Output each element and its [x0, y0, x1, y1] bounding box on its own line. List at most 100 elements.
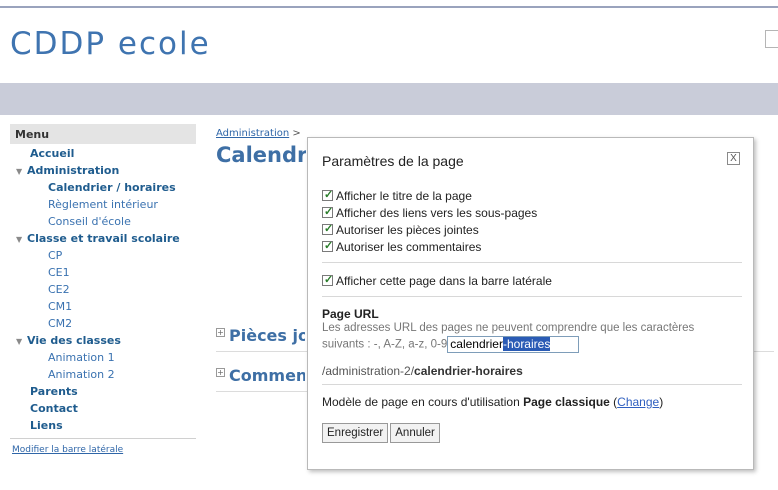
sidebar-item[interactable]: Conseil d'école [10, 213, 196, 230]
sidebar-item[interactable]: CP [10, 247, 196, 264]
dialog-header[interactable]: Paramètres de la page X [308, 138, 753, 182]
page-url-selected-text: -horaires [502, 337, 551, 351]
top-border-line [0, 6, 778, 8]
option-label: Autoriser les pièces jointes [336, 223, 479, 237]
checkmark-icon: ✓ [324, 240, 334, 252]
search-box[interactable] [765, 30, 778, 48]
template-row: Modèle de page en cours d'utilisation Pa… [322, 395, 664, 409]
sidebar-heading: Menu [10, 124, 196, 144]
sidebar-item[interactable]: Parents [10, 383, 196, 400]
sidebar-visibility-checkbox[interactable]: ✓ [322, 274, 334, 286]
option-checkbox[interactable]: ✓ [322, 240, 334, 252]
sidebar-item[interactable]: Animation 1 [10, 349, 196, 366]
header-banner [0, 83, 778, 115]
checkmark-icon: ✓ [324, 206, 334, 218]
template-prefix: Modèle de page en cours d'utilisation [322, 395, 520, 409]
option-label: Afficher le titre de la page [336, 189, 472, 203]
option-checkbox[interactable]: ✓ [322, 223, 334, 235]
breadcrumb-separator: > [292, 128, 301, 139]
attachments-section[interactable]: + Pièces jointes [216, 326, 305, 345]
display-options: ✓ Afficher le titre de la page ✓ Afficher d… [322, 188, 742, 256]
breadcrumb-link-administration[interactable]: Administration [216, 128, 289, 139]
template-name: Page classique [523, 395, 610, 409]
breadcrumb: Administration > [216, 128, 301, 139]
sidebar-item-label: CE2 [48, 283, 70, 296]
attachments-title: Pièces jointes [229, 326, 305, 345]
sidebar-item[interactable]: ▼ Vie des classes [10, 332, 196, 349]
sidebar-item[interactable]: Liens [10, 417, 196, 434]
expand-triangle-icon[interactable]: ▼ [16, 333, 27, 350]
sidebar-item[interactable]: Règlement intérieur [10, 196, 196, 213]
sidebar-item-label: Calendrier / horaires [48, 181, 176, 194]
edit-sidebar-link[interactable]: Modifier la barre latérale [10, 445, 196, 455]
close-icon[interactable]: X [727, 152, 740, 165]
sidebar-item-label: Animation 2 [48, 368, 115, 381]
sidebar-item-label: CP [48, 249, 63, 262]
sidebar-item-label: Contact [30, 402, 78, 415]
expand-triangle-icon[interactable]: ▼ [16, 163, 27, 180]
section-divider [754, 351, 774, 352]
checkmark-icon: ✓ [324, 223, 334, 235]
sidebar: Menu Accueil ▼ Administration Calendrier / … [10, 124, 196, 455]
sidebar-item-label: Animation 1 [48, 351, 115, 364]
sidebar-item[interactable]: CM1 [10, 298, 196, 315]
display-option[interactable]: ✓ Afficher le titre de la page [322, 188, 742, 205]
sidebar-item[interactable]: ▼ Administration [10, 162, 196, 179]
sidebar-item-label: CM1 [48, 300, 73, 313]
comments-title: Commentaires [229, 366, 305, 385]
comments-section[interactable]: + Commentaires [216, 366, 305, 385]
sidebar-item[interactable]: Contact [10, 400, 196, 417]
sidebar-item[interactable]: CM2 [10, 315, 196, 332]
display-option[interactable]: ✓ Afficher des liens vers les sous-pages [322, 205, 742, 222]
display-option[interactable]: ✓ Autoriser les commentaires [322, 239, 742, 256]
sidebar-item-label: CE1 [48, 266, 70, 279]
checkmark-icon: ✓ [324, 274, 334, 286]
sidebar-item-label: Administration [27, 164, 120, 177]
site-title[interactable]: CDDP ecole [10, 26, 211, 62]
sidebar-item[interactable]: ▼ Classe et travail scolaire [10, 230, 196, 247]
sidebar-visibility-label: Afficher cette page dans la barre latéra… [336, 274, 552, 288]
dialog-title: Paramètres de la page [322, 153, 464, 169]
sidebar-menu: Accueil ▼ Administration Calendrier / horai… [10, 144, 196, 434]
option-label: Autoriser les commentaires [336, 240, 482, 254]
option-checkbox[interactable]: ✓ [322, 206, 334, 218]
sidebar-item[interactable]: CE2 [10, 281, 196, 298]
page-url-help-line-1: Les adresses URL des pages ne peuvent co… [322, 322, 695, 334]
sidebar-item[interactable]: Calendrier / horaires [10, 179, 196, 196]
sidebar-item-label: Parents [30, 385, 78, 398]
page-url-help-text: suivants : -, A-Z, a-z, 0-9 [322, 338, 448, 351]
page-title: Calendrier / horaires [216, 143, 306, 167]
sidebar-item[interactable]: CE1 [10, 264, 196, 281]
dialog-divider [322, 384, 742, 385]
dialog-divider [322, 296, 742, 297]
option-label: Afficher des liens vers les sous-pages [336, 206, 538, 220]
dialog-divider [322, 262, 742, 263]
sidebar-item-label: Accueil [30, 147, 75, 160]
sidebar-item[interactable]: Animation 2 [10, 366, 196, 383]
sidebar-item[interactable]: Accueil [10, 145, 196, 162]
expand-triangle-icon[interactable]: ▼ [16, 231, 27, 248]
page-url-help-line-2: suivants : -, A-Z, a-z, 0-9 calendrier-ho… [322, 336, 742, 353]
sidebar-item-label: Conseil d'école [48, 215, 131, 228]
page-url-input[interactable]: calendrier-horaires [447, 336, 580, 353]
section-divider [216, 351, 308, 352]
expand-plus-icon[interactable]: + [216, 328, 225, 337]
page-settings-dialog: Paramètres de la page X ✓ Afficher le tit… [307, 137, 754, 470]
page-url-heading: Page URL [322, 307, 379, 321]
sidebar-visibility-option[interactable]: ✓ Afficher cette page dans la barre latér… [322, 273, 742, 290]
save-button[interactable]: Enregistrer [322, 423, 389, 443]
cancel-button[interactable]: Annuler [390, 423, 440, 443]
dialog-body: ✓ Afficher le titre de la page ✓ Afficher d… [322, 188, 742, 443]
sidebar-item-label: CM2 [48, 317, 73, 330]
sidebar-item-label: Règlement intérieur [48, 198, 158, 211]
page-url-value: calendrier [450, 337, 503, 351]
checkmark-icon: ✓ [324, 189, 334, 201]
expand-plus-icon[interactable]: + [216, 368, 225, 377]
option-checkbox[interactable]: ✓ [322, 189, 334, 201]
display-option[interactable]: ✓ Autoriser les pièces jointes [322, 222, 742, 239]
sidebar-item-label: Liens [30, 419, 63, 432]
section-divider [216, 391, 308, 392]
sidebar-item-label: Classe et travail scolaire [27, 232, 180, 245]
change-template-link[interactable]: Change [617, 395, 659, 409]
sidebar-item-label: Vie des classes [27, 334, 121, 347]
